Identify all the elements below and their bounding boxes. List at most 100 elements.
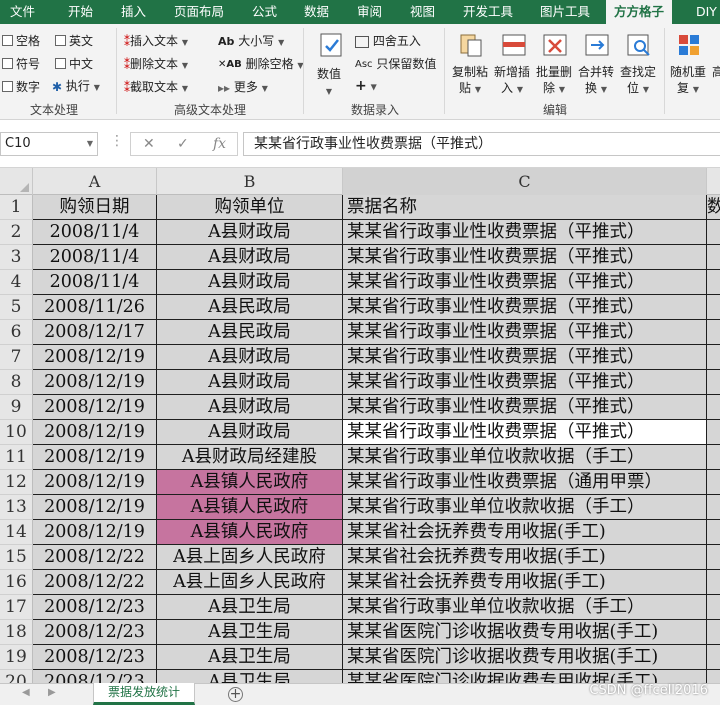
cell-unit[interactable]: A县财政局: [157, 270, 343, 295]
tab-developer[interactable]: 开发工具: [463, 0, 513, 24]
row-header[interactable]: 8: [0, 370, 33, 395]
cell-ticket-name[interactable]: 某某省社会抚养费专用收据(手工): [343, 520, 707, 545]
tab-file[interactable]: 文件: [10, 0, 35, 24]
scroll-right-icon[interactable]: ▶: [48, 687, 56, 698]
row-header[interactable]: 3: [0, 245, 33, 270]
cell-unit[interactable]: A县财政局经建股: [157, 445, 343, 470]
cell-unit[interactable]: A县卫生局: [157, 645, 343, 670]
cell-date[interactable]: 2008/11/4: [33, 220, 157, 245]
cell-date[interactable]: 2008/12/22: [33, 545, 157, 570]
confirm-icon[interactable]: ✓: [177, 133, 189, 155]
cell-unit[interactable]: A县财政局: [157, 370, 343, 395]
cell-date[interactable]: 2008/12/23: [33, 670, 157, 683]
add-sheet-icon[interactable]: +: [228, 687, 243, 702]
cell-unit[interactable]: A县上固乡人民政府: [157, 545, 343, 570]
cell-unit[interactable]: A县民政局: [157, 295, 343, 320]
cell-ticket-name[interactable]: 某某省医院门诊收据收费专用收据(手工): [343, 670, 707, 683]
row-header[interactable]: 13: [0, 495, 33, 520]
checkbox-chinese[interactable]: 中文: [55, 55, 93, 72]
row-header[interactable]: 20: [0, 670, 33, 683]
select-all-corner[interactable]: [0, 168, 33, 195]
row-header[interactable]: 9: [0, 395, 33, 420]
extra-button[interactable]: 高: [712, 64, 720, 80]
cell-ticket-name[interactable]: 某某省行政事业性收费票据（平推式）: [343, 420, 707, 445]
cell-unit[interactable]: A县卫生局: [157, 620, 343, 645]
row-header[interactable]: 2: [0, 220, 33, 245]
more-button[interactable]: ▸▸ 更多 ▼: [218, 78, 268, 95]
cell-ticket-name[interactable]: 某某省行政事业性收费票据（平推式）: [343, 395, 707, 420]
cell-unit[interactable]: A县卫生局: [157, 595, 343, 620]
tab-diy[interactable]: DIY: [696, 0, 717, 24]
row-header[interactable]: 17: [0, 595, 33, 620]
tab-picture-tools[interactable]: 图片工具: [540, 0, 590, 24]
cell-ticket-name[interactable]: 某某省医院门诊收据收费专用收据(手工): [343, 620, 707, 645]
sheet-tab-active[interactable]: 票据发放统计: [93, 683, 195, 705]
cell-ticket-name[interactable]: 某某省社会抚养费专用收据(手工): [343, 570, 707, 595]
cell-unit[interactable]: A县财政局: [157, 345, 343, 370]
row-header[interactable]: 12: [0, 470, 33, 495]
cell-date[interactable]: 2008/12/19: [33, 370, 157, 395]
row-header[interactable]: 10: [0, 420, 33, 445]
checkbox-space[interactable]: 空格: [2, 32, 40, 49]
row-header[interactable]: 16: [0, 570, 33, 595]
row-header[interactable]: 7: [0, 345, 33, 370]
tab-formulas[interactable]: 公式: [252, 0, 277, 24]
delete-text-button[interactable]: ⁑删除文本 ▼: [124, 55, 188, 72]
cell-date[interactable]: 2008/12/19: [33, 395, 157, 420]
column-header-a[interactable]: A: [33, 168, 157, 195]
cell-ticket-name[interactable]: 某某省行政事业单位收款收据（手工）: [343, 445, 707, 470]
row-header[interactable]: 4: [0, 270, 33, 295]
cell-date[interactable]: 购领日期: [33, 195, 157, 220]
tab-insert[interactable]: 插入: [121, 0, 146, 24]
cell-ticket-name[interactable]: 某某省行政事业单位收款收据（手工）: [343, 495, 707, 520]
row-header[interactable]: 11: [0, 445, 33, 470]
checkbox-english[interactable]: 英文: [55, 32, 93, 49]
insert-function-icon[interactable]: fx: [213, 133, 226, 155]
row-header[interactable]: 1: [0, 195, 33, 220]
tab-data[interactable]: 数据: [304, 0, 329, 24]
cancel-icon[interactable]: ✕: [143, 133, 155, 155]
checkbox-number[interactable]: 数字: [2, 78, 40, 95]
row-header[interactable]: 14: [0, 520, 33, 545]
cell-ticket-name[interactable]: 某某省行政事业性收费票据（平推式）: [343, 320, 707, 345]
tab-view[interactable]: 视图: [410, 0, 435, 24]
batch-delete-button[interactable]: 批量删除 ▼: [536, 64, 572, 98]
copy-paste-button[interactable]: 复制粘贴 ▼: [452, 64, 488, 98]
case-button[interactable]: Ab 大小写 ▼: [218, 32, 284, 49]
checkbox-symbol[interactable]: 符号: [2, 55, 40, 72]
tab-page-layout[interactable]: 页面布局: [174, 0, 224, 24]
name-box[interactable]: C10 ▼: [0, 132, 98, 156]
column-header-d[interactable]: [707, 168, 720, 195]
cell-date[interactable]: 2008/12/19: [33, 495, 157, 520]
cell-ticket-name[interactable]: 票据名称: [343, 195, 707, 220]
cell-unit[interactable]: A县镇人民政府: [157, 520, 343, 545]
column-header-c[interactable]: C: [343, 168, 707, 195]
cell-date[interactable]: 2008/12/23: [33, 595, 157, 620]
execute-button[interactable]: ✱ 执行 ▼: [52, 77, 100, 94]
cell-quantity[interactable]: 数: [707, 195, 720, 220]
cell-ticket-name[interactable]: 某某省行政事业性收费票据（平推式）: [343, 220, 707, 245]
cell-date[interactable]: 2008/12/23: [33, 620, 157, 645]
cell-unit[interactable]: A县财政局: [157, 245, 343, 270]
value-button[interactable]: 数值 ▼: [317, 66, 341, 100]
cell-unit[interactable]: 购领单位: [157, 195, 343, 220]
row-header[interactable]: 19: [0, 645, 33, 670]
extract-text-button[interactable]: ⁑截取文本 ▼: [124, 78, 188, 95]
row-header[interactable]: 5: [0, 295, 33, 320]
keep-values-button[interactable]: Asc 只保留数值: [355, 55, 436, 72]
tab-fangfang-gezi[interactable]: 方方格子: [606, 0, 673, 24]
insert-text-button[interactable]: ⁑插入文本 ▼: [124, 32, 188, 49]
cell-ticket-name[interactable]: 某某省行政事业性收费票据（平推式）: [343, 370, 707, 395]
cell-unit[interactable]: A县民政局: [157, 320, 343, 345]
scroll-left-icon[interactable]: ◀: [22, 687, 30, 698]
cell-date[interactable]: 2008/11/26: [33, 295, 157, 320]
cell-unit[interactable]: A县卫生局: [157, 670, 343, 683]
column-header-b[interactable]: B: [157, 168, 343, 195]
cell-unit[interactable]: A县财政局: [157, 395, 343, 420]
cell-ticket-name[interactable]: 某某省医院门诊收据收费专用收据(手工): [343, 645, 707, 670]
cell-ticket-name[interactable]: 某某省行政事业性收费票据（平推式）: [343, 270, 707, 295]
cell-ticket-name[interactable]: 某某省行政事业性收费票据（平推式）: [343, 245, 707, 270]
row-header[interactable]: 6: [0, 320, 33, 345]
cell-ticket-name[interactable]: 某某省社会抚养费专用收据(手工): [343, 545, 707, 570]
tab-home[interactable]: 开始: [68, 0, 93, 24]
